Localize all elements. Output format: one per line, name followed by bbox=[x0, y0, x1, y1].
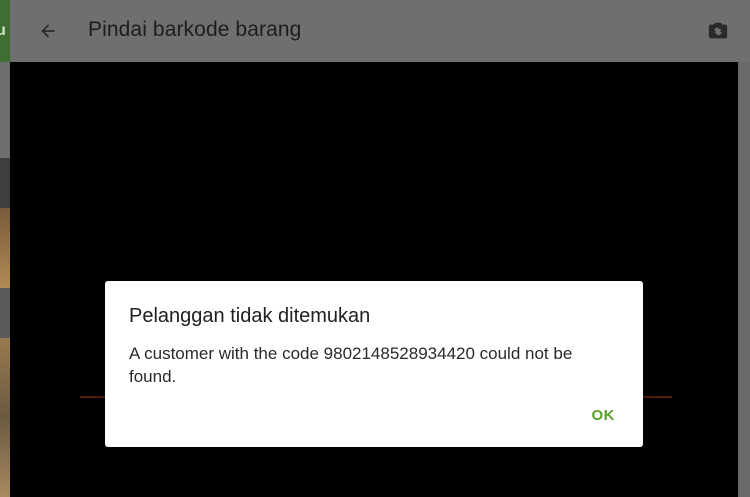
back-button[interactable] bbox=[30, 13, 66, 49]
ok-button[interactable]: OK bbox=[584, 401, 624, 430]
arrow-left-icon bbox=[41, 24, 55, 38]
background-app-edge bbox=[738, 62, 750, 497]
dialog-message: A customer with the code 980214852893442… bbox=[129, 344, 573, 386]
page-title: Pindai barkode barang bbox=[88, 18, 302, 41]
camera-switch-icon bbox=[708, 22, 728, 39]
background-app-header: u bbox=[0, 0, 10, 62]
background-app-panel bbox=[0, 62, 10, 158]
background-app-panel bbox=[0, 288, 10, 338]
background-app-panel bbox=[0, 158, 10, 208]
background-app-header-text: u bbox=[0, 22, 6, 39]
not-found-dialog: Pelanggan tidak ditemukan A customer wit… bbox=[105, 281, 643, 447]
switch-camera-button[interactable] bbox=[704, 17, 732, 45]
dialog-title: Pelanggan tidak ditemukan bbox=[129, 305, 371, 327]
screen: u Pindai barkode barang Pelanggan tidak … bbox=[0, 0, 750, 497]
scanner-app-bar: Pindai barkode barang bbox=[10, 0, 750, 62]
background-app-product-image bbox=[0, 338, 10, 497]
background-app-product-image bbox=[0, 208, 10, 288]
